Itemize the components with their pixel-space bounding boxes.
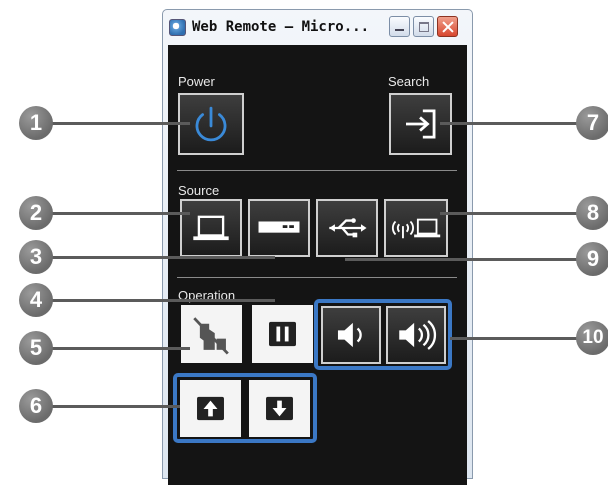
volume-up-icon — [399, 320, 437, 350]
callout-line — [50, 256, 275, 259]
minimize-button[interactable] — [389, 16, 410, 37]
callout-1: 1 — [19, 106, 53, 140]
window-title: Web Remote – Micro... — [192, 19, 370, 35]
callout-7: 7 — [576, 106, 608, 140]
search-label: Search — [388, 74, 430, 89]
callout-9: 9 — [576, 242, 608, 276]
callout-8: 8 — [576, 196, 608, 230]
callout-10: 10 — [576, 321, 608, 355]
power-label: Power — [178, 74, 215, 89]
title-bar[interactable]: Web Remote – Micro... — [163, 10, 472, 44]
callout-5: 5 — [19, 331, 53, 365]
computer-source-button[interactable] — [180, 199, 242, 257]
callout-line — [345, 258, 590, 261]
computer-icon — [193, 215, 229, 241]
callout-line — [440, 212, 590, 215]
volume-up-button[interactable] — [386, 306, 446, 364]
callout-4: 4 — [19, 283, 53, 317]
av-mute-icon — [193, 317, 229, 355]
callout-line — [50, 212, 190, 215]
arrow-up-icon — [197, 396, 224, 421]
volume-down-button[interactable] — [321, 306, 381, 364]
page-down-button[interactable] — [249, 380, 310, 437]
callout-line — [440, 122, 590, 125]
av-mute-button[interactable] — [181, 305, 242, 363]
separator — [177, 170, 457, 171]
page-up-button[interactable] — [180, 380, 241, 437]
callout-line — [50, 347, 190, 350]
callout-line — [50, 122, 190, 125]
freeze-button[interactable] — [252, 305, 313, 363]
callout-3: 3 — [19, 240, 53, 274]
volume-down-icon — [337, 322, 362, 348]
video-device-icon — [258, 221, 300, 233]
video-source-button[interactable] — [248, 199, 310, 257]
separator — [177, 277, 457, 278]
callout-line — [50, 299, 275, 302]
network-computer-icon — [391, 218, 441, 239]
callout-2: 2 — [19, 196, 53, 230]
network-source-button[interactable] — [384, 199, 448, 257]
callout-line — [50, 405, 180, 408]
usb-source-button[interactable] — [316, 199, 378, 257]
maximize-button[interactable] — [413, 16, 434, 37]
usb-icon — [329, 218, 367, 238]
close-button[interactable] — [437, 16, 458, 37]
arrow-down-icon — [266, 396, 293, 421]
source-label: Source — [178, 183, 220, 198]
browser-icon — [169, 19, 186, 36]
freeze-icon — [269, 321, 296, 347]
callout-6: 6 — [19, 389, 53, 423]
callout-line — [450, 337, 590, 340]
